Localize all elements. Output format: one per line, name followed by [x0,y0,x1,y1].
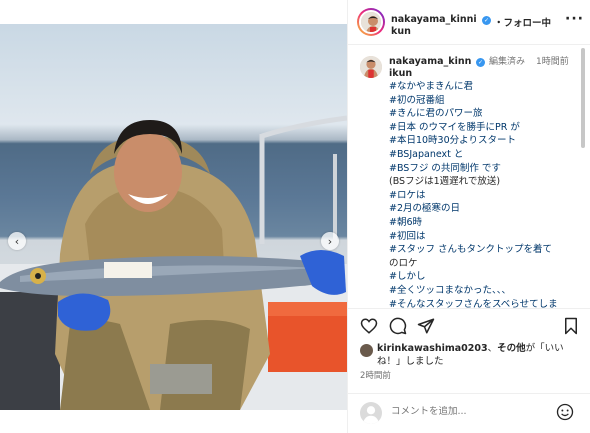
hashtag-line[interactable]: #日本 のウマイを勝手にPR が [389,121,579,135]
post-media: ‹ › [0,0,347,433]
caption-line: のロケ [389,257,418,269]
comment-bar [348,393,590,433]
chevron-left-icon[interactable]: ‹ [8,232,26,250]
photo-man-holding-fish [0,115,347,410]
avatar[interactable] [359,10,383,34]
smiley-icon[interactable] [556,403,574,421]
likes-text: kirinkawashima0203、その他が「いいね！」しました [377,342,582,368]
hashtag-line[interactable]: #2月の極寒の日 [389,202,579,216]
hashtag-line[interactable]: #全くツッコまなかった、、、 [389,284,579,298]
hashtag-line[interactable]: #きんに君のパワー旅 [389,107,579,121]
hashtag-line[interactable]: #なかやまきんに君 [389,80,579,94]
hashtag-line[interactable]: #初の冠番組 [389,94,579,108]
caption-avatar[interactable] [360,56,382,78]
caption-line: (BSフジは1週遅れで放送) [389,176,501,188]
liker-avatar[interactable] [360,344,373,357]
caption-timestamp[interactable]: 1時間前 [536,56,578,68]
liker-username[interactable]: kirinkawashima0203 [377,343,488,354]
caption-username[interactable]: nakayama_kinnikun [389,56,473,80]
chevron-right-icon[interactable]: › [321,232,339,250]
post-photo: ‹ › [0,24,347,410]
comment-icon[interactable] [389,317,407,335]
more-options-icon[interactable]: ··· [565,11,584,27]
heart-icon[interactable] [360,317,378,335]
verified-badge-icon: ✓ [476,58,485,67]
hashtag-line[interactable]: #そんなスタッフさんをスベらせてしま [389,298,579,309]
hashtag-line[interactable]: #朝6時 [389,216,579,230]
hashtag-line[interactable]: #BSJapanext と [389,148,579,162]
header-username[interactable]: nakayama_kinnikun [391,14,479,38]
post-header: nakayama_kinnikun ✓ ・フォロー中 ··· [348,0,590,45]
caption-text: #なかやまきんに君 #初の冠番組 #きんに君のパワー旅 #日本 のウマイを勝手にPR … [389,80,579,308]
caption-area: nakayama_kinnikun ✓ 編集済み 1時間前 #なかやまきんに君 #… [348,46,590,308]
action-bar [348,308,590,338]
post-timestamp[interactable]: 2時間前 [360,369,391,381]
hashtag-line[interactable]: #BSフジ の共同制作 です [389,162,579,176]
following-button[interactable]: ・フォロー中 [494,15,551,29]
comment-input[interactable] [391,406,541,417]
scrollbar[interactable] [581,48,585,148]
bookmark-icon[interactable] [562,317,580,335]
hashtag-line[interactable]: #初回は [389,230,579,244]
user-silhouette-icon [362,406,380,424]
hashtag-line[interactable]: #しかし [389,270,579,284]
post-sidebar: nakayama_kinnikun ✓ ・フォロー中 ··· nakayama_… [347,0,590,433]
paper-plane-icon[interactable] [417,317,435,335]
likes-separator: 、 [487,343,498,354]
hashtag-line[interactable]: #本日10時30分よりスタート [389,134,579,148]
edited-label: 編集済み [489,57,526,67]
verified-badge-icon: ✓ [482,16,491,25]
likes-others-link[interactable]: その他 [497,343,526,354]
hashtag-line[interactable]: #ロケは [389,189,579,203]
hashtag-line[interactable]: #スタッフ さんもタンクトップを着て [389,243,579,257]
avatar-image [360,56,382,78]
user-avatar-placeholder [360,402,382,424]
